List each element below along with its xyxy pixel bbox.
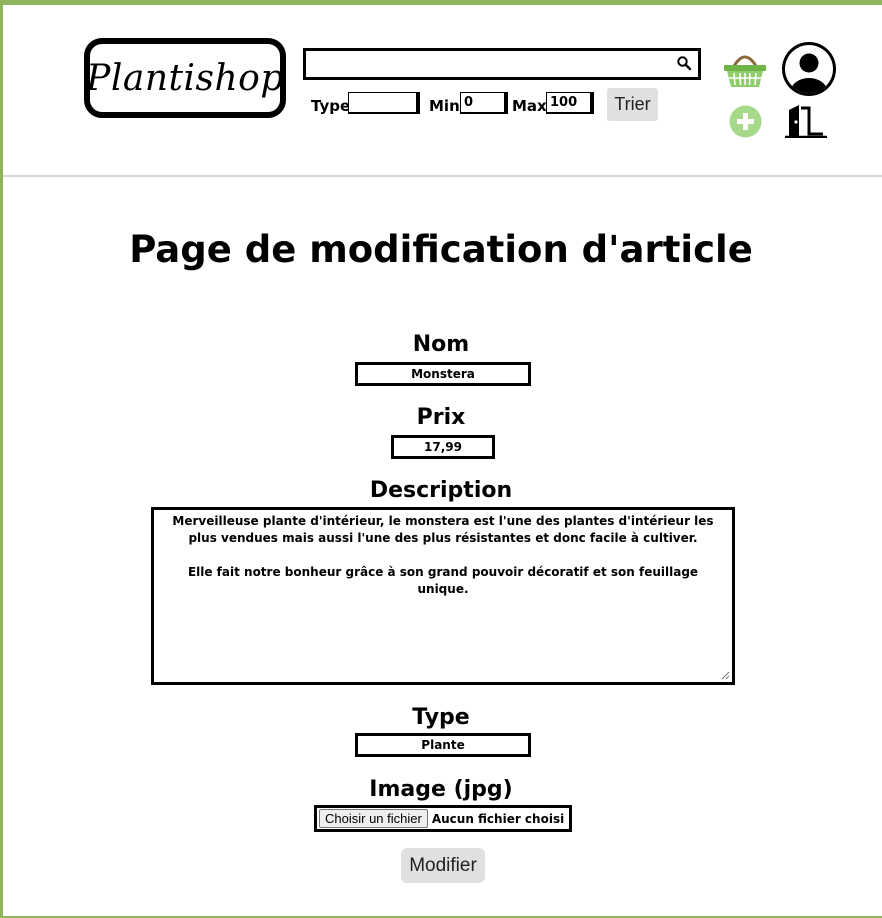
logout-door-icon[interactable]: [785, 104, 827, 138]
description-textarea[interactable]: Merveilleuse plante d'intérieur, le mons…: [151, 507, 735, 685]
submit-button[interactable]: Modifier: [401, 848, 485, 883]
basket-icon[interactable]: [722, 46, 768, 90]
description-line: Merveilleuse plante d'intérieur, le mons…: [172, 514, 714, 545]
type-label: Type: [412, 705, 470, 730]
resize-grip-icon[interactable]: [720, 670, 730, 680]
max-filter-label: Max: [512, 97, 547, 115]
min-filter-input[interactable]: 0: [460, 92, 508, 114]
description-blank-line: [162, 547, 724, 564]
price-input[interactable]: 17,99: [391, 435, 495, 459]
sort-button[interactable]: Trier: [607, 88, 658, 121]
type-input[interactable]: Plante: [355, 733, 531, 757]
search-input[interactable]: [303, 48, 701, 80]
page-title: Page de modification d'article: [129, 228, 753, 271]
search-icon[interactable]: [676, 55, 692, 71]
image-label: Image (jpg): [369, 777, 513, 802]
add-item-icon[interactable]: [729, 105, 762, 138]
user-account-icon[interactable]: [780, 41, 838, 97]
type-filter-label: Type: [311, 97, 351, 115]
price-label: Prix: [416, 405, 466, 430]
type-filter-input[interactable]: [348, 92, 420, 114]
max-filter-input[interactable]: 100: [546, 92, 594, 114]
min-filter-label: Min: [429, 97, 460, 115]
header-divider: [3, 175, 882, 177]
site-logo[interactable]: Plantishop: [84, 38, 286, 118]
file-status-text: Aucun fichier choisi: [431, 811, 565, 826]
name-input[interactable]: Monstera: [355, 362, 531, 386]
description-label: Description: [369, 478, 513, 503]
description-line: Elle fait notre bonheur grâce à son gran…: [187, 565, 699, 596]
name-label: Nom: [412, 332, 470, 357]
choose-file-button[interactable]: Choisir un fichier: [319, 809, 428, 828]
logo-text: Plantishop: [86, 57, 284, 99]
image-file-input[interactable]: Choisir un fichier Aucun fichier choisi: [314, 805, 572, 832]
